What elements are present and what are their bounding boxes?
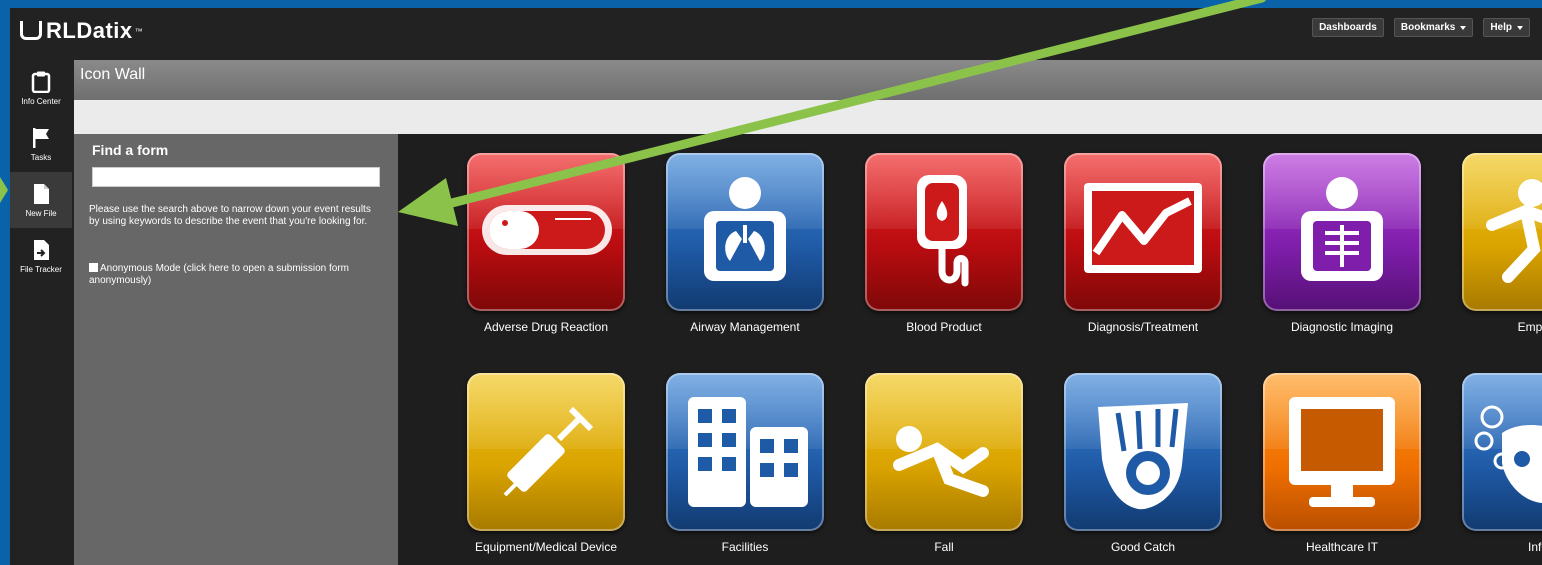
top-nav: Dashboards Bookmarks Help xyxy=(1312,18,1530,37)
app-window: RLDatix ™ Dashboards Bookmarks Help Info … xyxy=(10,8,1542,565)
form-tile-blood-product[interactable]: Blood Product xyxy=(796,134,1023,344)
search-help-text: Please use the search above to narrow do… xyxy=(89,204,371,227)
anonymous-mode-label: Anonymous Mode (click here to open a sub… xyxy=(89,263,350,286)
form-tile-equipment-medical-device[interactable]: Equipment/Medical Device xyxy=(398,354,625,564)
clipboard-icon xyxy=(31,71,51,93)
dashboards-button[interactable]: Dashboards xyxy=(1312,18,1384,37)
find-form-heading: Find a form xyxy=(92,142,169,158)
logo-text: RLDatix xyxy=(46,18,133,43)
anonymous-mode-checkbox[interactable]: Anonymous Mode (click here to open a sub… xyxy=(89,263,389,287)
help-label: Help xyxy=(1490,22,1512,33)
file-icon xyxy=(34,183,49,204)
icon-wall: Adverse Drug Reaction Airway Management … xyxy=(398,134,1542,565)
checkbox-box[interactable] xyxy=(89,263,98,272)
caret-down-icon xyxy=(1517,25,1523,30)
main-content: Icon Wall Find a form Please use the sea… xyxy=(74,60,1542,565)
form-search-input[interactable] xyxy=(92,167,380,187)
form-tile-employee[interactable]: Employe xyxy=(1393,134,1542,344)
sidebar-item-file-tracker[interactable]: File Tracker xyxy=(10,228,72,284)
form-tile-fall[interactable]: Fall xyxy=(796,354,1023,564)
form-tile-diagnosis-treatment[interactable]: Diagnosis/Treatment xyxy=(995,134,1222,344)
rldatix-logo[interactable]: RLDatix ™ xyxy=(20,18,143,44)
form-tile-infection[interactable]: Infec xyxy=(1393,354,1542,564)
sidebar-item-info-center[interactable]: Info Center xyxy=(10,60,72,116)
sidebar-item-tasks[interactable]: Tasks xyxy=(10,116,72,172)
file-arrow-icon xyxy=(34,239,49,260)
washing-hands-icon xyxy=(1474,405,1542,503)
running-person-icon xyxy=(1486,179,1542,283)
logo-trademark: ™ xyxy=(134,26,144,36)
sidebar-item-new-file[interactable]: New File xyxy=(10,172,72,228)
find-form-panel: Find a form Please use the search above … xyxy=(74,134,398,565)
dashboards-label: Dashboards xyxy=(1319,22,1377,33)
top-bar: RLDatix ™ Dashboards Bookmarks Help xyxy=(10,8,1542,60)
form-tile-icon[interactable] xyxy=(1462,153,1542,311)
form-tile-facilities[interactable]: Facilities xyxy=(597,354,824,564)
flag-icon xyxy=(33,127,49,148)
side-nav: Info Center Tasks New File File Tracker xyxy=(10,60,72,565)
form-tile-adverse-drug-reaction[interactable]: Adverse Drug Reaction xyxy=(398,134,625,344)
form-tile-good-catch[interactable]: Good Catch xyxy=(995,354,1222,564)
bookmarks-button[interactable]: Bookmarks xyxy=(1393,18,1474,37)
help-button[interactable]: Help xyxy=(1483,18,1530,37)
form-tile-healthcare-it[interactable]: Healthcare IT xyxy=(1194,354,1421,564)
bookmarks-label: Bookmarks xyxy=(1400,22,1456,33)
sidebar-item-label: Tasks xyxy=(30,152,52,162)
page-title: Icon Wall xyxy=(74,60,1542,100)
sidebar-item-label: New File xyxy=(25,208,57,218)
sidebar-item-label: Info Center xyxy=(21,96,61,106)
toolbar-strip xyxy=(74,100,1542,134)
form-tile-label: Employe xyxy=(1517,320,1542,334)
logo-mark-icon xyxy=(20,20,42,40)
form-tile-airway-management[interactable]: Airway Management xyxy=(597,134,824,344)
left-arrow-tip-icon xyxy=(0,177,8,203)
caret-down-icon xyxy=(1460,25,1467,30)
form-tile-diagnostic-imaging[interactable]: Diagnostic Imaging xyxy=(1194,134,1421,344)
sidebar-item-label: File Tracker xyxy=(20,264,62,274)
form-tile-label: Infec xyxy=(1527,540,1542,554)
form-tile-icon[interactable] xyxy=(1462,373,1542,531)
